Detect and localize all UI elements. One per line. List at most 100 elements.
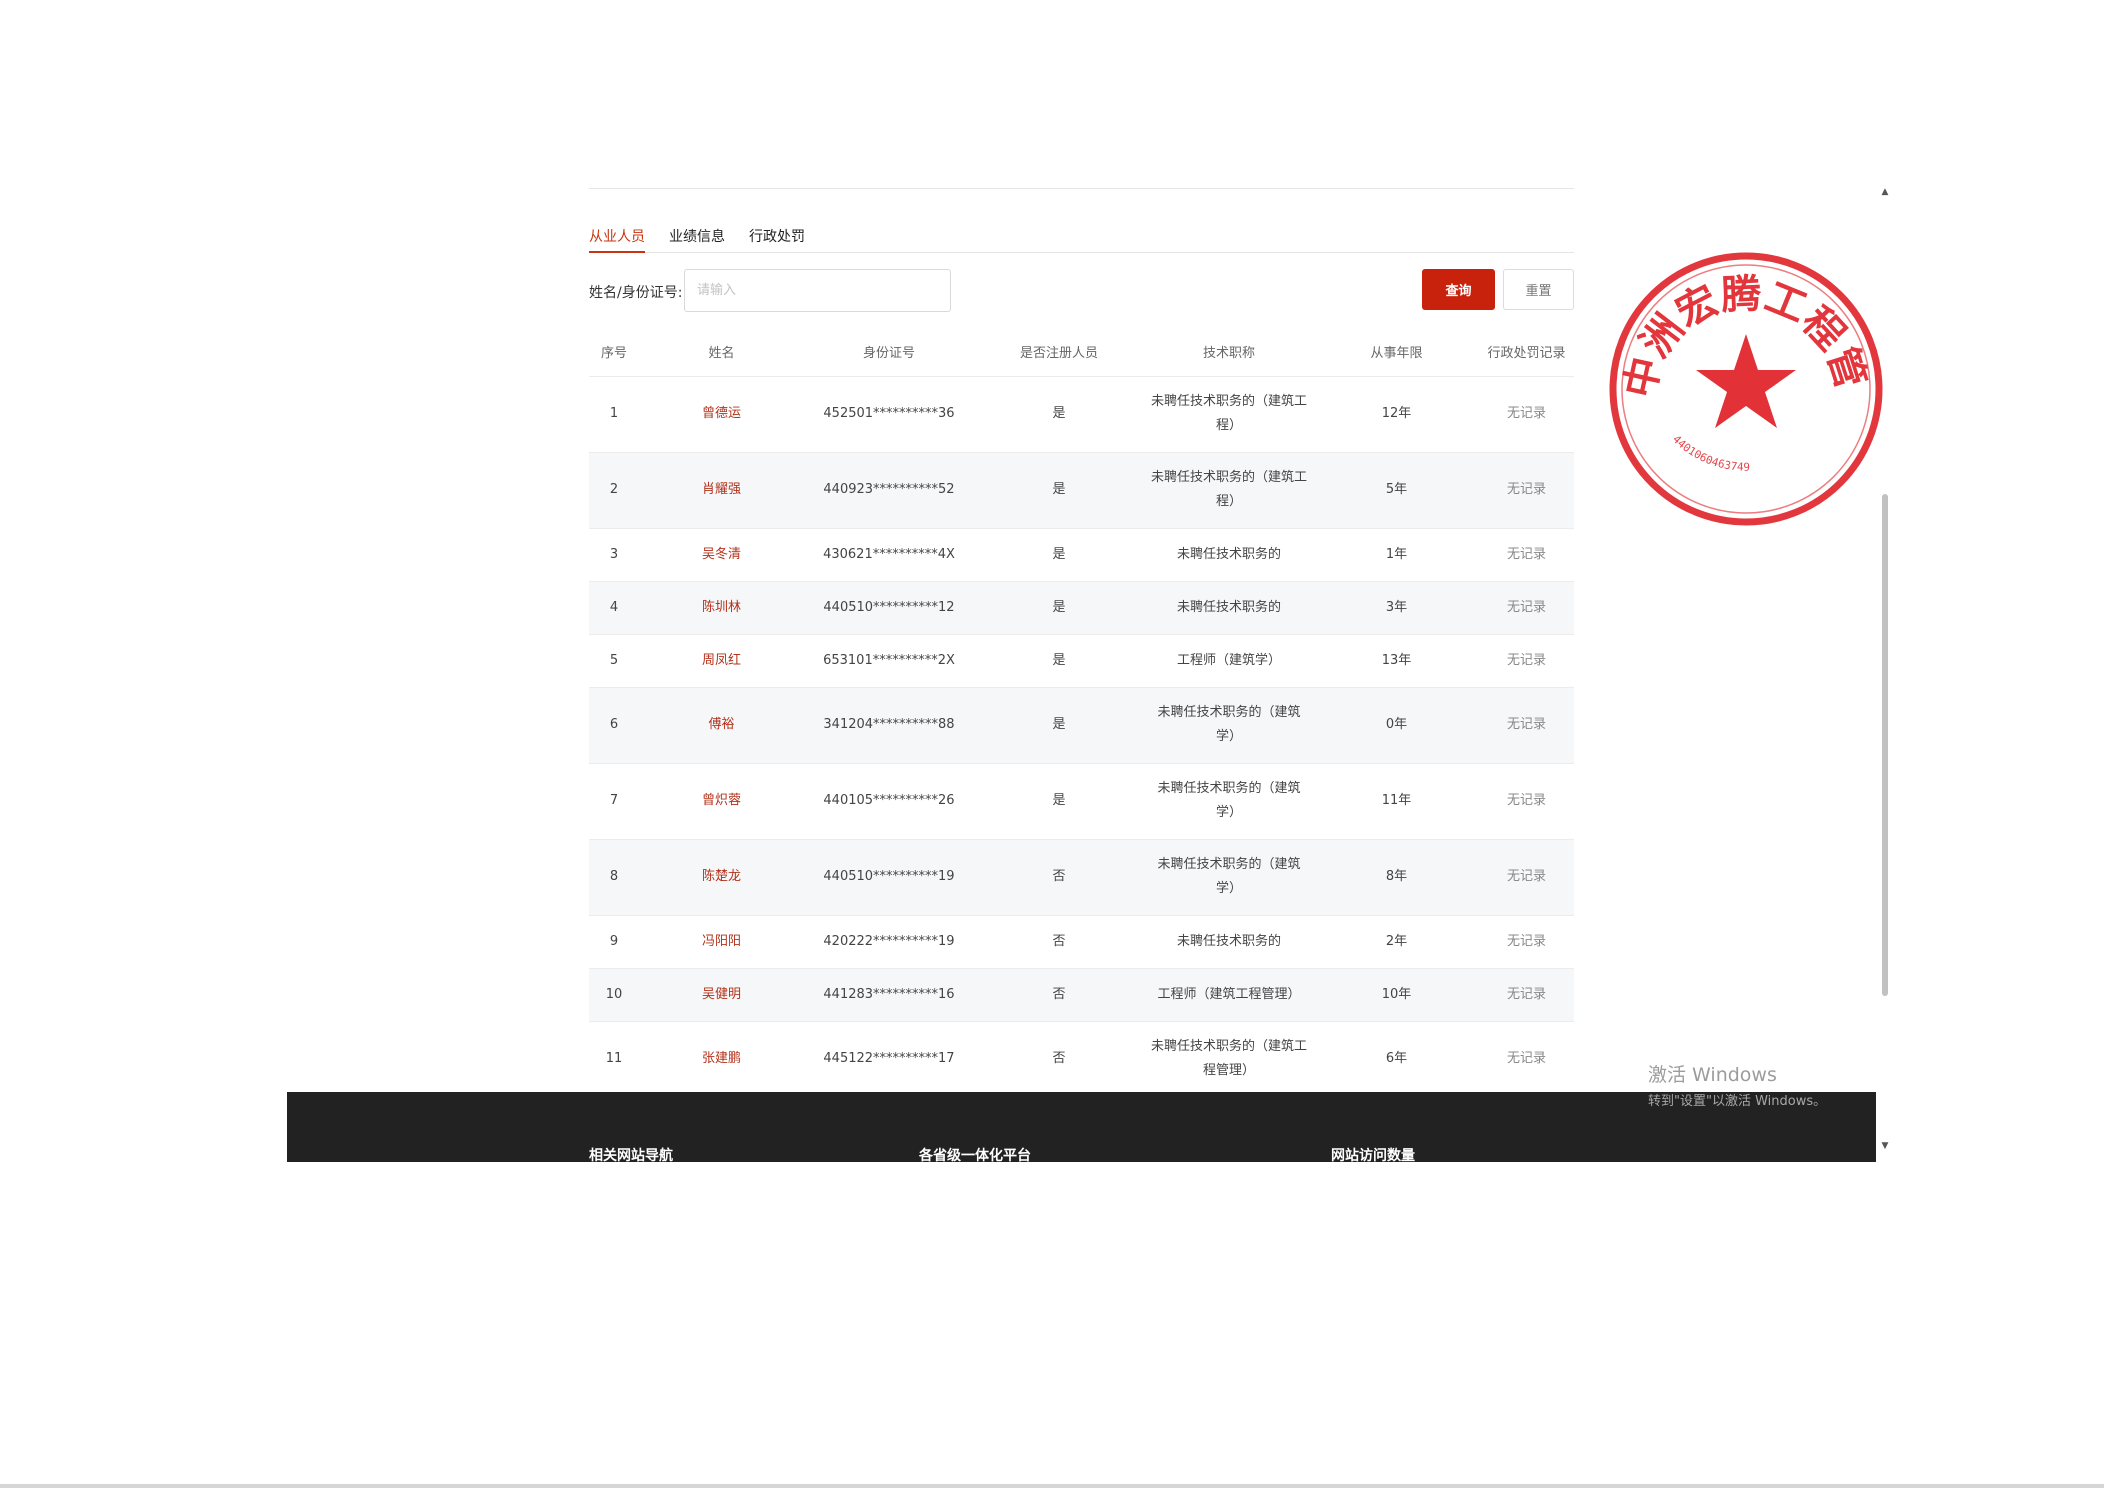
row-id-number: 341204**********88 (804, 687, 974, 764)
query-button[interactable]: 查询 (1422, 269, 1495, 310)
row-registered: 是 (974, 687, 1144, 764)
table-row: 3 吴冬清 430621**********4X 是未聘任技术职务的 1年 无记录 (589, 528, 1574, 582)
row-index: 9 (589, 915, 639, 969)
row-years: 12年 (1314, 376, 1479, 453)
row-penalty: 无记录 (1479, 1021, 1574, 1098)
header-years: 从事年限 (1314, 327, 1479, 377)
row-years: 1年 (1314, 528, 1479, 582)
row-registered: 是 (974, 634, 1144, 688)
row-index: 8 (589, 839, 639, 916)
row-registered: 是 (974, 452, 1144, 529)
row-id-number: 440923**********52 (804, 452, 974, 529)
row-name[interactable]: 肖耀强 (639, 452, 804, 529)
row-years: 10年 (1314, 968, 1479, 1022)
row-index: 6 (589, 687, 639, 764)
row-id-number: 440105**********26 (804, 763, 974, 840)
search-label: 姓名/身份证号: (589, 285, 683, 301)
row-tech-title: 未聘任技术职务的 (1144, 528, 1314, 582)
row-name[interactable]: 傅裕 (639, 687, 804, 764)
row-name[interactable]: 冯阳阳 (639, 915, 804, 969)
row-tech-title: 未聘任技术职务的（建筑工程） (1144, 376, 1314, 453)
header-penalty: 行政处罚记录 (1479, 327, 1574, 377)
row-index: 1 (589, 376, 639, 453)
row-penalty: 无记录 (1479, 763, 1574, 840)
footer: 相关网站导航 各省级一体化平台 网站访问数量 (287, 1092, 1876, 1165)
divider-bottom (0, 1484, 2104, 1488)
table-row: 4 陈圳林 440510**********12 是未聘任技术职务的 3年 无记录 (589, 581, 1574, 635)
row-tech-title: 未聘任技术职务的 (1144, 581, 1314, 635)
table-header-row: 序号 姓名 身份证号 是否注册人员 技术职称 从事年限 行政处罚记录 (589, 327, 1574, 377)
row-name[interactable]: 陈圳林 (639, 581, 804, 635)
table-row: 5 周凤红 653101**********2X 是工程师（建筑学） 13年 无记录 (589, 634, 1574, 688)
row-id-number: 452501**********36 (804, 376, 974, 453)
row-name[interactable]: 吴健明 (639, 968, 804, 1022)
row-name[interactable]: 曾德运 (639, 376, 804, 453)
row-tech-title: 未聘任技术职务的（建筑工程） (1144, 452, 1314, 529)
row-name[interactable]: 周凤红 (639, 634, 804, 688)
row-tech-title: 未聘任技术职务的（建筑学） (1144, 839, 1314, 916)
table-row: 9 冯阳阳 420222**********19 否未聘任技术职务的 2年 无记录 (589, 915, 1574, 969)
row-registered: 否 (974, 915, 1144, 969)
divider (589, 188, 1574, 189)
star-icon (1696, 334, 1796, 428)
table-row: 2 肖耀强 440923**********52 是未聘任技术职务的（建筑工程） 5年无… (589, 452, 1574, 529)
row-index: 10 (589, 968, 639, 1022)
row-penalty: 无记录 (1479, 687, 1574, 764)
row-registered: 否 (974, 839, 1144, 916)
footer-provincial-platforms[interactable]: 各省级一体化平台 (919, 1145, 1031, 1165)
table-row: 7 曾炽蓉 440105**********26 是未聘任技术职务的（建筑学） 11年无… (589, 763, 1574, 840)
row-years: 2年 (1314, 915, 1479, 969)
row-years: 6年 (1314, 1021, 1479, 1098)
row-id-number: 440510**********19 (804, 839, 974, 916)
row-tech-title: 未聘任技术职务的 (1144, 915, 1314, 969)
row-penalty: 无记录 (1479, 528, 1574, 582)
page: 从业人员 业绩信息 行政处罚 姓名/身份证号: 查询 重置 序号 姓名 身份证号… (0, 0, 2104, 1488)
row-index: 7 (589, 763, 639, 840)
row-years: 11年 (1314, 763, 1479, 840)
company-seal-stamp: 中洲宏腾工程管理有限公司 4401060463749 (1606, 250, 1883, 526)
row-index: 4 (589, 581, 639, 635)
tab-performance[interactable]: 业绩信息 (669, 226, 725, 253)
row-name[interactable]: 曾炽蓉 (639, 763, 804, 840)
header-index: 序号 (589, 327, 639, 377)
scroll-up-arrow[interactable]: ▲ (1879, 186, 1891, 198)
row-registered: 否 (974, 968, 1144, 1022)
row-tech-title: 工程师（建筑学） (1144, 634, 1314, 688)
scroll-down-arrow[interactable]: ▼ (1879, 1140, 1891, 1152)
table-row: 10 吴健明 441283**********16 否工程师（建筑工程管理） 10年 无记… (589, 968, 1574, 1022)
header-tech-title: 技术职称 (1144, 327, 1314, 377)
footer-related-links[interactable]: 相关网站导航 (589, 1145, 673, 1165)
row-penalty: 无记录 (1479, 968, 1574, 1022)
row-index: 11 (589, 1021, 639, 1098)
row-name[interactable]: 张建鹏 (639, 1021, 804, 1098)
row-tech-title: 工程师（建筑工程管理） (1144, 968, 1314, 1022)
reset-button[interactable]: 重置 (1503, 269, 1574, 310)
table-row: 11 张建鹏 445122**********17 否未聘任技术职务的（建筑工程管理）… (589, 1021, 1574, 1098)
scrollbar-thumb[interactable] (1882, 494, 1888, 996)
row-years: 3年 (1314, 581, 1479, 635)
row-index: 3 (589, 528, 639, 582)
table-row: 8 陈楚龙 440510**********19 否未聘任技术职务的（建筑学） 8年 无记… (589, 839, 1574, 916)
windows-activation-title: 激活 Windows (1648, 1064, 1777, 1086)
footer-visit-count: 网站访问数量 (1331, 1148, 1415, 1164)
svg-text:4401060463749: 4401060463749 (1670, 433, 1750, 474)
row-index: 5 (589, 634, 639, 688)
row-tech-title: 未聘任技术职务的（建筑学） (1144, 687, 1314, 764)
tab-practitioners[interactable]: 从业人员 (589, 226, 645, 253)
row-tech-title: 未聘任技术职务的（建筑学） (1144, 763, 1314, 840)
row-years: 5年 (1314, 452, 1479, 529)
header-registered: 是否注册人员 (974, 327, 1144, 377)
row-years: 8年 (1314, 839, 1479, 916)
row-id-number: 653101**********2X (804, 634, 974, 688)
row-name[interactable]: 吴冬清 (639, 528, 804, 582)
row-registered: 是 (974, 763, 1144, 840)
tab-penalties[interactable]: 行政处罚 (749, 226, 805, 253)
row-years: 0年 (1314, 687, 1479, 764)
row-penalty: 无记录 (1479, 376, 1574, 453)
row-penalty: 无记录 (1479, 839, 1574, 916)
row-id-number: 445122**********17 (804, 1021, 974, 1098)
row-registered: 是 (974, 581, 1144, 635)
row-name[interactable]: 陈楚龙 (639, 839, 804, 916)
search-input[interactable] (684, 269, 951, 312)
row-registered: 是 (974, 376, 1144, 453)
